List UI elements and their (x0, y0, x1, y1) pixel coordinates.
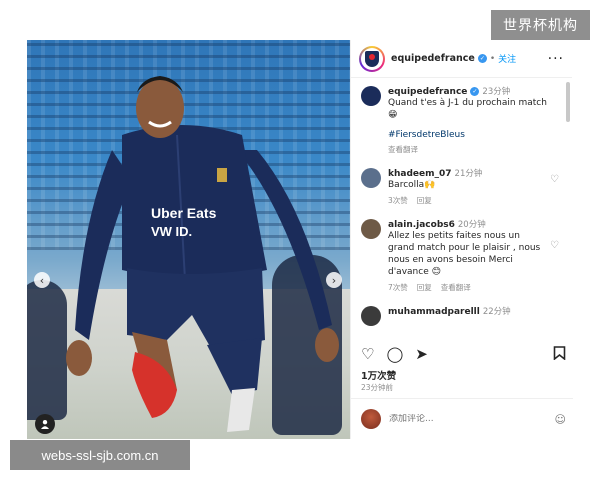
like-heart-icon[interactable]: ♡ (361, 346, 374, 362)
prev-photo-button[interactable]: ‹ (34, 272, 50, 288)
header-separator: • (489, 53, 496, 64)
comment-like-count: 3次赞 (388, 196, 408, 205)
follow-button[interactable]: 关注 (498, 52, 516, 65)
tagged-user-button[interactable] (35, 414, 55, 434)
divider (351, 398, 573, 399)
post-photo[interactable]: Uber Eats VW ID. ‹ › (27, 40, 350, 439)
likes-count[interactable]: 1万次赞 (361, 368, 396, 382)
viewer-avatar (361, 409, 381, 429)
comment-bubble-icon[interactable]: ◯ (386, 346, 403, 362)
comment-username[interactable]: alain.jacobs6 (388, 220, 455, 230)
sponsor-text-uber: Uber Eats (151, 205, 217, 221)
comment-username[interactable]: khadeem_07 (388, 169, 452, 179)
author-username[interactable]: equipedefrance (391, 53, 475, 64)
comments-scrollbar[interactable] (566, 82, 570, 122)
caption-item: equipedefrance ✓ 23分钟 Quand t'es à J-1 du … (351, 79, 573, 155)
chevron-right-icon: › (331, 273, 337, 287)
chevron-left-icon: ‹ (39, 273, 45, 287)
comment-item: khadeem_07 21分钟 Barcolla🙌 3次赞 回复 ♡ (351, 155, 573, 206)
post-actions-bar: ♡ ◯ ➤ (361, 344, 566, 364)
ffb-logo-icon (365, 50, 379, 67)
comment-avatar[interactable] (361, 86, 381, 106)
next-photo-button[interactable]: › (326, 272, 342, 288)
post-header: equipedefrance ✓ • 关注 ··· (351, 40, 572, 78)
reply-link[interactable]: 回复 (417, 283, 432, 292)
comment-time: 22分钟 (482, 307, 511, 317)
add-comment-row: ☺ (361, 408, 566, 430)
player-figure: Uber Eats VW ID. (66, 76, 339, 432)
comment-time: 23分钟 (482, 87, 511, 97)
comment-like-heart-icon[interactable]: ♡ (550, 174, 559, 185)
comment-text: Barcolla🙌 (388, 180, 436, 190)
comment-username[interactable]: equipedefrance (388, 87, 467, 97)
comment-item: alain.jacobs6 20分钟 Allez les petits faite… (351, 206, 573, 293)
hashtag-link[interactable]: #FiersdetreBleus (388, 130, 548, 140)
share-send-icon[interactable]: ➤ (415, 346, 428, 362)
watermark-top: 世界杯机构 (491, 10, 590, 40)
comment-like-count: 7次赞 (388, 283, 408, 292)
comment-text: Allez les petits faites nous un grand ma… (388, 231, 541, 277)
add-comment-input[interactable] (389, 414, 519, 424)
instagram-post-screenshot: 世界杯机构 Uber Eats VW ID. ‹ › equipedefranc… (0, 0, 600, 480)
author-avatar[interactable] (359, 45, 385, 72)
watermark-bottom: webs-ssl-sjb.com.cn (10, 440, 190, 470)
verified-badge-icon: ✓ (470, 87, 480, 96)
user-icon (41, 420, 49, 429)
post-side-panel: equipedefrance ✓ • 关注 ··· equipedefrance… (350, 40, 573, 439)
emoji-icon[interactable]: ☺ (555, 413, 566, 426)
see-translation-link[interactable]: 查看翻译 (388, 145, 418, 154)
comment-time: 20分钟 (457, 220, 486, 230)
more-options-icon[interactable]: ··· (548, 51, 564, 67)
caption-text: Quand t'es à J-1 du prochain match 😁 (388, 98, 547, 120)
comments-list[interactable]: equipedefrance ✓ 23分钟 Quand t'es à J-1 du … (351, 79, 573, 334)
comment-avatar[interactable] (361, 306, 381, 326)
sponsor-text-vw: VW ID. (151, 224, 192, 239)
save-bookmark-icon[interactable] (553, 345, 566, 363)
see-translation-link[interactable]: 查看翻译 (441, 283, 471, 292)
reply-link[interactable]: 回复 (417, 196, 432, 205)
comment-like-heart-icon[interactable]: ♡ (550, 240, 559, 251)
comment-item: muhammadparelll 22分钟 (351, 293, 573, 326)
comment-time: 21分钟 (454, 169, 483, 179)
post-date: 23分钟前 (361, 383, 394, 392)
comment-avatar[interactable] (361, 219, 381, 239)
comment-avatar[interactable] (361, 168, 381, 188)
verified-badge-icon: ✓ (477, 54, 487, 63)
comment-username[interactable]: muhammadparelll (388, 307, 480, 317)
